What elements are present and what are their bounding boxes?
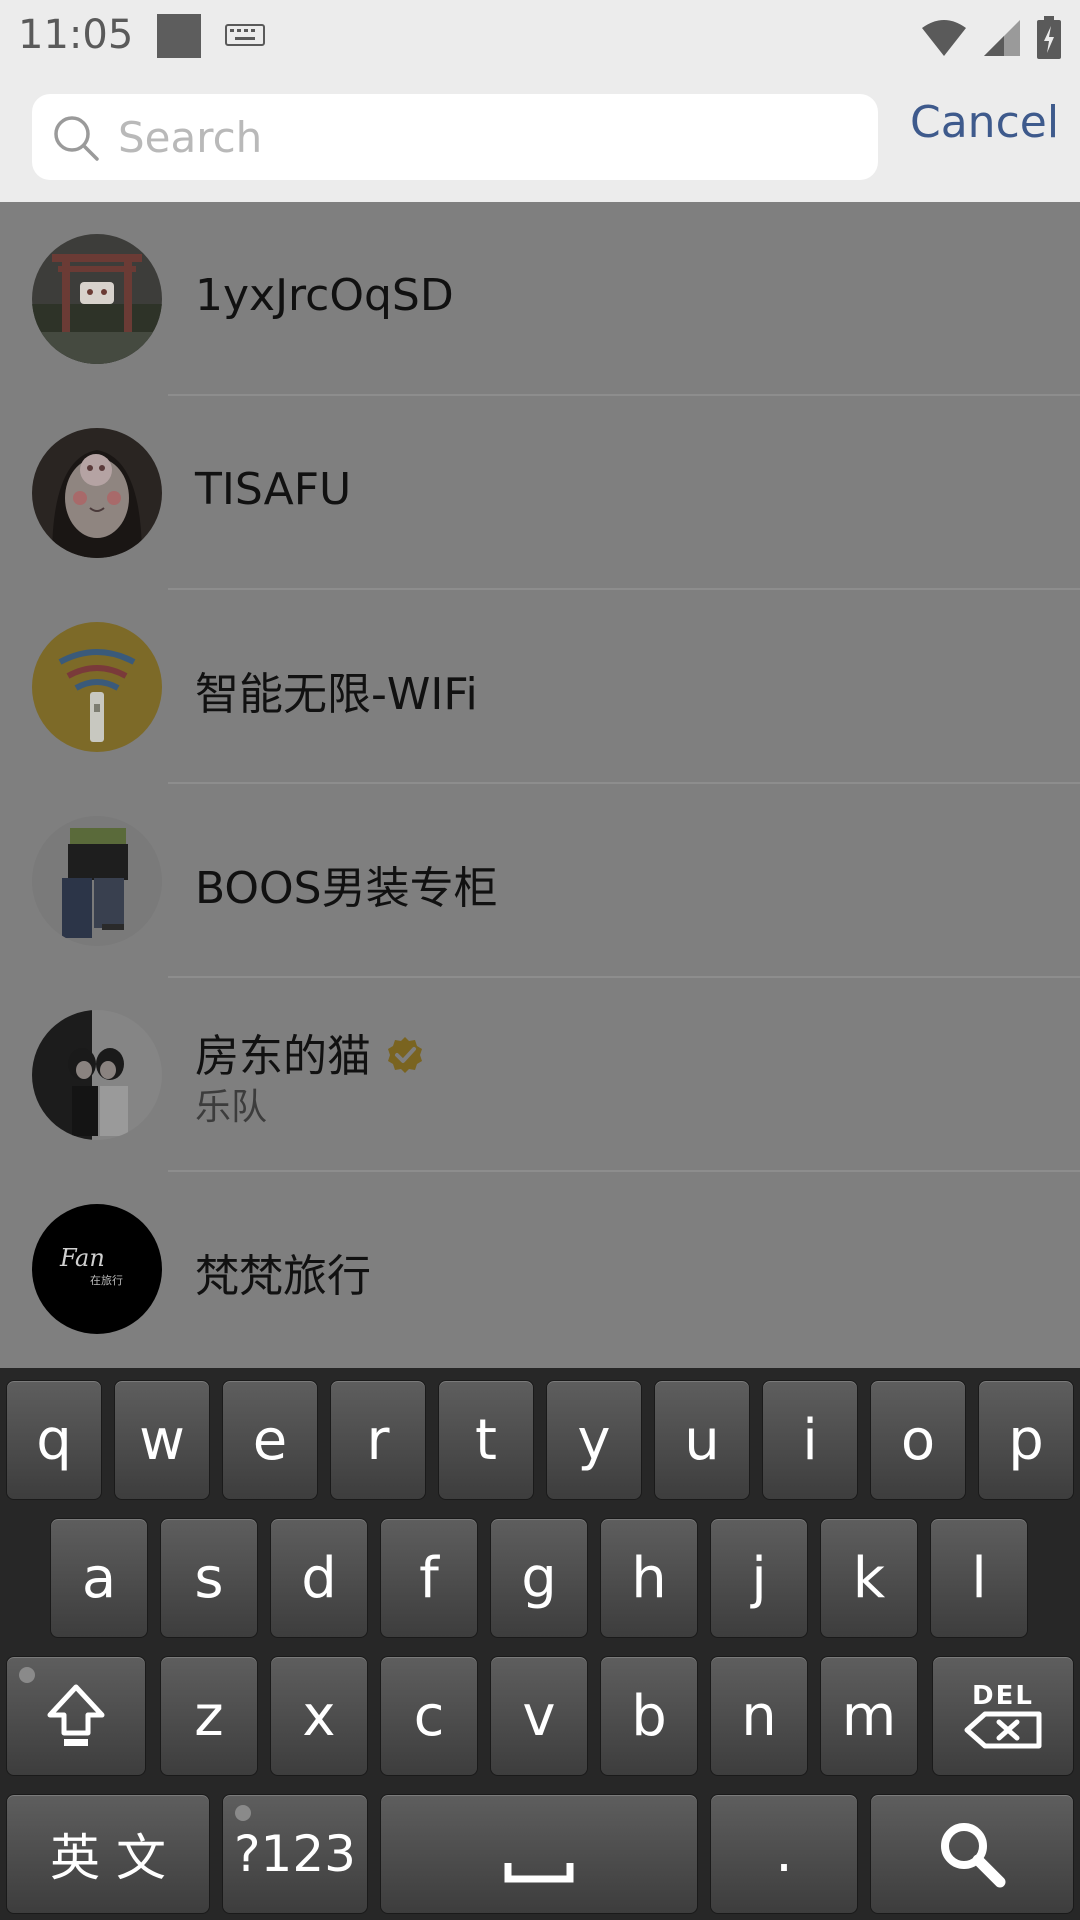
key-c[interactable]: c bbox=[380, 1656, 478, 1776]
search-key[interactable] bbox=[870, 1794, 1074, 1914]
symbols-key[interactable]: ?123 bbox=[222, 1794, 368, 1914]
search-input[interactable] bbox=[118, 94, 858, 180]
key-q[interactable]: q bbox=[6, 1380, 102, 1500]
fan-logo-subtext: 在旅行 bbox=[90, 1273, 123, 1287]
result-title: 梵梵旅行 bbox=[195, 1251, 371, 1302]
key-i[interactable]: i bbox=[762, 1380, 858, 1500]
delete-key-label: DEL bbox=[972, 1681, 1034, 1711]
avatar bbox=[32, 234, 162, 364]
list-item[interactable]: Fan 在旅行 梵梵旅行 bbox=[0, 1172, 1080, 1366]
fan-logo-text: Fan bbox=[59, 1244, 105, 1272]
status-time: 11:05 bbox=[18, 12, 134, 58]
symbols-key-label: ?123 bbox=[234, 1825, 356, 1883]
key-a[interactable]: a bbox=[50, 1518, 148, 1638]
search-header: Cancel bbox=[0, 75, 1080, 202]
key-k[interactable]: k bbox=[820, 1518, 918, 1638]
key-g[interactable]: g bbox=[490, 1518, 588, 1638]
keyboard-icon bbox=[225, 24, 265, 46]
avatar bbox=[32, 816, 162, 946]
backspace-icon bbox=[964, 1711, 1042, 1749]
result-subtitle: 乐队 bbox=[195, 1087, 268, 1128]
key-s[interactable]: s bbox=[160, 1518, 258, 1638]
avatar bbox=[32, 622, 162, 752]
list-item[interactable]: 房东的猫 乐队 bbox=[0, 978, 1080, 1172]
result-title: 房东的猫 bbox=[195, 1020, 425, 1084]
key-h[interactable]: h bbox=[600, 1518, 698, 1638]
result-title: TISAFU bbox=[195, 464, 352, 515]
key-f[interactable]: f bbox=[380, 1518, 478, 1638]
result-title: 1yxJrcOqSD bbox=[195, 270, 454, 321]
avatar bbox=[32, 428, 162, 558]
key-w[interactable]: w bbox=[114, 1380, 210, 1500]
key-z[interactable]: z bbox=[160, 1656, 258, 1776]
avatar bbox=[32, 1010, 162, 1140]
results-list: 1yxJrcOqSD TISAFU 智能无限-WIFi BOOS男装专柜 房东的… bbox=[0, 202, 1080, 1368]
key-indicator-dot bbox=[235, 1805, 251, 1821]
period-key[interactable]: . bbox=[710, 1794, 858, 1914]
status-bar: 11:05 bbox=[0, 0, 1080, 75]
list-item[interactable]: 1yxJrcOqSD bbox=[0, 202, 1080, 396]
key-v[interactable]: v bbox=[490, 1656, 588, 1776]
key-e[interactable]: e bbox=[222, 1380, 318, 1500]
key-x[interactable]: x bbox=[270, 1656, 368, 1776]
key-p[interactable]: p bbox=[978, 1380, 1074, 1500]
notification-square-icon bbox=[157, 14, 201, 58]
language-switch-key[interactable]: 英 文 bbox=[6, 1794, 210, 1914]
battery-icon bbox=[1037, 16, 1061, 59]
key-t[interactable]: t bbox=[438, 1380, 534, 1500]
shift-key[interactable] bbox=[6, 1656, 146, 1776]
space-key[interactable] bbox=[380, 1794, 698, 1914]
avatar: Fan 在旅行 bbox=[32, 1204, 162, 1334]
result-title: BOOS男装专柜 bbox=[195, 863, 498, 914]
key-u[interactable]: u bbox=[654, 1380, 750, 1500]
verified-badge-icon bbox=[388, 1037, 422, 1073]
key-d[interactable]: d bbox=[270, 1518, 368, 1638]
list-item[interactable]: TISAFU bbox=[0, 396, 1080, 590]
status-icons bbox=[920, 14, 1062, 62]
space-bar-icon bbox=[504, 1863, 574, 1883]
search-box[interactable] bbox=[32, 94, 878, 180]
wifi-icon bbox=[922, 20, 966, 56]
key-r[interactable]: r bbox=[330, 1380, 426, 1500]
search-icon bbox=[941, 1823, 1006, 1888]
key-y[interactable]: y bbox=[546, 1380, 642, 1500]
result-title-text: 房东的猫 bbox=[195, 1031, 371, 1082]
key-l[interactable]: l bbox=[930, 1518, 1028, 1638]
cancel-button[interactable]: Cancel bbox=[910, 97, 1059, 148]
list-item[interactable]: BOOS男装专柜 bbox=[0, 784, 1080, 978]
shift-arrow-icon bbox=[47, 1684, 105, 1746]
list-item[interactable]: 智能无限-WIFi bbox=[0, 590, 1080, 784]
key-m[interactable]: m bbox=[820, 1656, 918, 1776]
key-j[interactable]: j bbox=[710, 1518, 808, 1638]
key-b[interactable]: b bbox=[600, 1656, 698, 1776]
key-o[interactable]: o bbox=[870, 1380, 966, 1500]
delete-key[interactable]: DEL bbox=[932, 1656, 1074, 1776]
screen: 11:05 Search Cancel 1yxJrcOqSD TISAFU 智能… bbox=[0, 0, 1080, 1920]
key-indicator-dot bbox=[19, 1667, 35, 1683]
key-n[interactable]: n bbox=[710, 1656, 808, 1776]
cell-signal-icon bbox=[984, 20, 1020, 56]
result-title: 智能无限-WIFi bbox=[195, 669, 478, 720]
search-icon bbox=[54, 116, 99, 161]
soft-keyboard: q w e r t y u i o p a s d f g h j k l z … bbox=[0, 1368, 1080, 1920]
